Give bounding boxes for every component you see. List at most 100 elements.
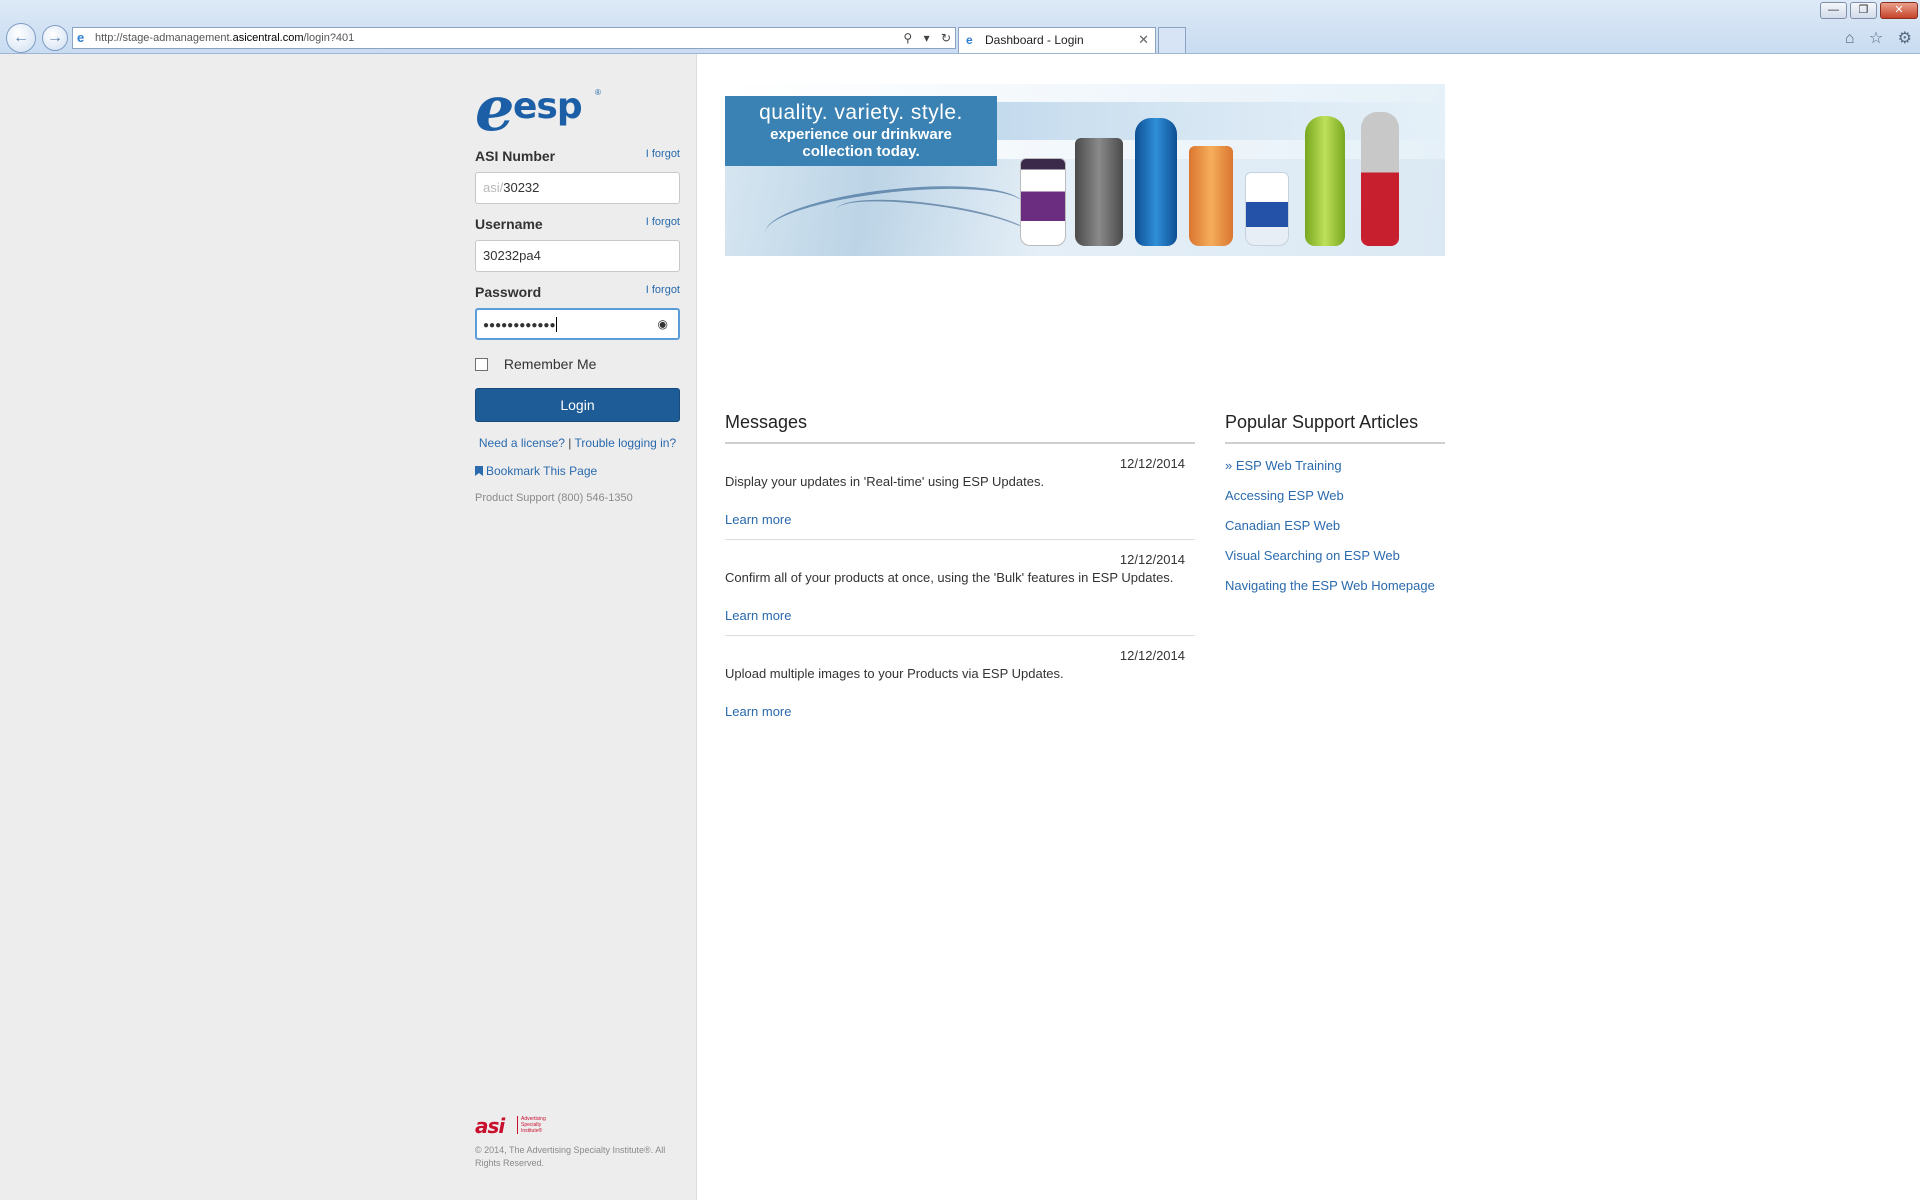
- message-item: 12/12/2014 Upload multiple images to you…: [725, 648, 1195, 731]
- minimize-button[interactable]: —: [1820, 2, 1847, 19]
- learn-more-link[interactable]: Learn more: [725, 704, 1195, 719]
- red-bottle-image: [1361, 112, 1399, 246]
- purple-tumbler-image: [1020, 158, 1066, 246]
- home-icon[interactable]: ⌂: [1845, 30, 1855, 48]
- tab-dashboard-login[interactable]: e Dashboard - Login ✕: [958, 27, 1156, 53]
- clear-cup-image: [1245, 172, 1289, 246]
- message-text: Confirm all of your products at once, us…: [725, 570, 1174, 585]
- text-caret: [556, 317, 558, 333]
- maximize-button[interactable]: ❐: [1850, 2, 1877, 19]
- back-arrow-icon: ←: [13, 29, 29, 46]
- esp-logo: e esp ®: [475, 78, 680, 140]
- article-link-visual-searching[interactable]: Visual Searching on ESP Web: [1225, 546, 1445, 566]
- learn-more-link[interactable]: Learn more: [725, 608, 1195, 623]
- url-prefix: http://stage-admanagement.: [95, 32, 233, 44]
- password-row: Password I forgot: [475, 284, 680, 302]
- drinkware-banner[interactable]: quality. variety. style. experience our …: [725, 84, 1445, 256]
- gray-tumbler-image: [1075, 138, 1123, 246]
- back-button[interactable]: ←: [6, 23, 36, 53]
- remember-me-row: Remember Me: [475, 356, 680, 374]
- remember-me-label[interactable]: Remember Me: [504, 356, 597, 372]
- login-button[interactable]: Login: [475, 388, 680, 422]
- logo-text: esp: [513, 86, 583, 127]
- message-text: Display your updates in 'Real-time' usin…: [725, 474, 1045, 489]
- site-icon: e: [77, 30, 85, 45]
- login-form: e esp ® ASI Number I forgot asi/30232 Us…: [475, 78, 680, 504]
- asi-logo-name: Advertising Specialty Institute®: [517, 1116, 557, 1134]
- article-link-esp-web-training[interactable]: » ESP Web Training: [1225, 456, 1445, 476]
- message-text: Upload multiple images to your Products …: [725, 666, 1064, 681]
- username-field[interactable]: 30232pa4: [475, 240, 680, 272]
- article-link-navigating-homepage[interactable]: Navigating the ESP Web Homepage: [1225, 576, 1445, 596]
- need-license-link[interactable]: Need a license?: [479, 436, 565, 450]
- gear-icon[interactable]: ⚙: [1898, 28, 1912, 48]
- asi-logo-mark: asi: [475, 1114, 505, 1138]
- trouble-logging-in-link[interactable]: Trouble logging in?: [575, 436, 677, 450]
- address-bar[interactable]: e http://stage-admanagement.asicentral.c…: [72, 27, 956, 49]
- bookmark-row: Bookmark This Page: [475, 464, 680, 478]
- product-support: Product Support (800) 546-1350: [475, 492, 633, 504]
- green-bottle-image: [1305, 116, 1345, 246]
- sidebar-footer: asi Advertising Specialty Institute® © 2…: [475, 1114, 680, 1170]
- address-tools: ⚲ ▾ ↻: [895, 28, 951, 48]
- page: e esp ® ASI Number I forgot asi/30232 Us…: [0, 54, 1920, 1200]
- refresh-icon[interactable]: ↻: [941, 28, 951, 48]
- bookmark-icon: [475, 466, 483, 476]
- forward-arrow-icon: →: [47, 29, 63, 46]
- banner-subline-2: collection today.: [802, 143, 920, 160]
- bookmark-link[interactable]: Bookmark This Page: [486, 464, 597, 478]
- support-articles-section: Popular Support Articles » ESP Web Train…: [1225, 412, 1445, 596]
- username-row: Username I forgot: [475, 216, 680, 234]
- url-host: asicentral.com: [232, 32, 304, 44]
- logo-registered: ®: [595, 88, 601, 97]
- tab-title: Dashboard - Login: [985, 33, 1084, 47]
- article-link-accessing-esp-web[interactable]: Accessing ESP Web: [1225, 486, 1445, 506]
- asi-prefix: asi/: [483, 180, 504, 195]
- forgot-password-link[interactable]: I forgot: [646, 284, 680, 296]
- copyright-text: © 2014, The Advertising Specialty Instit…: [475, 1145, 666, 1168]
- browser-chrome: ← → e http://stage-admanagement.asicentr…: [0, 0, 1920, 54]
- banner-subline-1: experience our drinkware: [770, 126, 952, 143]
- orange-tumbler-image: [1189, 146, 1233, 246]
- login-sidebar: e esp ® ASI Number I forgot asi/30232 Us…: [0, 54, 697, 1200]
- star-icon[interactable]: ☆: [1869, 28, 1883, 48]
- password-label: Password: [475, 284, 542, 300]
- logo-mark: e: [475, 72, 515, 145]
- username-label: Username: [475, 216, 543, 232]
- url-path: /login?401: [303, 32, 355, 44]
- help-links: Need a license? | Trouble logging in?: [475, 436, 680, 450]
- password-field[interactable]: ●●●●●●●●●●●● ◉: [475, 308, 680, 340]
- messages-section: Messages 12/12/2014 Display your updates…: [725, 412, 1195, 731]
- blue-bottle-image: [1135, 118, 1177, 246]
- message-date: 12/12/2014: [1119, 456, 1185, 471]
- dropdown-icon[interactable]: ▾: [924, 28, 930, 48]
- asi-number-field[interactable]: asi/30232: [475, 172, 680, 204]
- learn-more-link[interactable]: Learn more: [725, 512, 1195, 527]
- browser-toolbar: ⌂ ☆ ⚙: [1835, 28, 1912, 48]
- link-separator: |: [568, 436, 572, 450]
- message-item: 12/12/2014 Confirm all of your products …: [725, 552, 1195, 636]
- messages-title: Messages: [725, 412, 1195, 444]
- message-date: 12/12/2014: [1119, 648, 1185, 663]
- asi-logo: asi Advertising Specialty Institute®: [475, 1114, 680, 1138]
- support-articles-title: Popular Support Articles: [1225, 412, 1445, 444]
- close-icon[interactable]: ✕: [1138, 28, 1149, 52]
- remember-me-checkbox[interactable]: [475, 358, 488, 371]
- tab-site-icon: e: [966, 33, 973, 47]
- message-date: 12/12/2014: [1119, 552, 1185, 567]
- forgot-asi-link[interactable]: I forgot: [646, 148, 680, 160]
- forgot-username-link[interactable]: I forgot: [646, 216, 680, 228]
- eye-icon[interactable]: ◉: [658, 310, 668, 338]
- username-value: 30232pa4: [483, 248, 541, 263]
- asi-number-value: 30232: [503, 180, 540, 195]
- banner-text-box: quality. variety. style. experience our …: [725, 96, 997, 166]
- message-item: 12/12/2014 Display your updates in 'Real…: [725, 456, 1195, 540]
- article-link-canadian-esp-web[interactable]: Canadian ESP Web: [1225, 516, 1445, 536]
- search-icon[interactable]: ⚲: [903, 28, 912, 48]
- forward-button[interactable]: →: [42, 25, 68, 51]
- asi-number-row: ASI Number I forgot: [475, 148, 680, 166]
- asi-number-label: ASI Number: [475, 148, 556, 164]
- window-close-button[interactable]: ✕: [1880, 2, 1918, 19]
- banner-headline: quality. variety. style.: [759, 101, 963, 124]
- new-tab-button[interactable]: [1158, 27, 1186, 53]
